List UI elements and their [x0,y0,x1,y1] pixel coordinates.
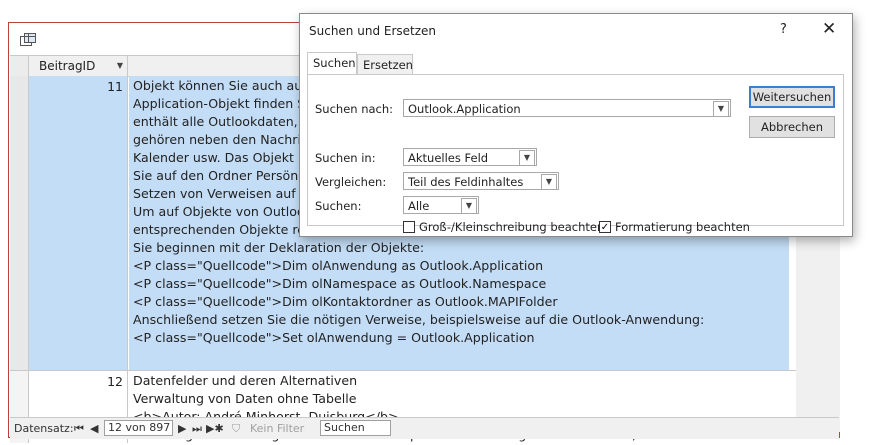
cell-text-line: <P class="Quellcode">Dim olKontaktordner… [133,294,558,309]
search-input[interactable]: Suchen [320,420,391,436]
help-button[interactable]: ? [780,22,787,37]
dialog-title: Suchen und Ersetzen [309,24,437,38]
last-record-icon[interactable]: ⏭ [192,422,202,436]
close-button[interactable]: ✕ [822,19,836,39]
match-label: Vergleichen: [315,175,387,189]
column-header-label: BeitragID [39,59,96,73]
chevron-down-icon[interactable]: ▼ [461,198,477,214]
cell-text-line: <P class="Quellcode">Dim olAnwendung as … [133,258,544,273]
match-case-checkbox[interactable] [403,221,415,233]
filter-status[interactable]: Kein Filter [250,422,304,435]
cell-id[interactable]: 11 [29,76,128,370]
chevron-down-icon[interactable]: ▼ [117,56,123,76]
cell-text-line: Datenfelder und deren Alternativen [133,373,358,388]
current-record-field[interactable]: 12 von 897 [104,420,173,436]
search-direction-select[interactable]: Alle ▼ [403,196,479,214]
cancel-button[interactable]: Abbrechen [749,116,835,138]
cell-text-line: <P class="Quellcode">Set olAnwendung = O… [133,330,535,345]
record-navigation-bar: Datensatz: ⏮ ◀ 12 von 897 ▶ ⏭ ▶✱ ⛉ Kein … [10,417,839,439]
chevron-down-icon[interactable]: ▼ [541,174,557,190]
cell-text-line: Sie beginnen mit der Deklaration der Obj… [133,240,425,255]
tab-suchen[interactable]: Suchen [307,52,357,74]
cell-text-line: Anschließend setzen Sie die nötigen Verw… [133,312,705,327]
find-replace-dialog: Suchen und Ersetzen ? ✕ Suchen Ersetzen … [299,13,853,237]
chevron-down-icon[interactable]: ▼ [713,101,729,117]
row-selector[interactable] [10,76,29,370]
search-formatting-checkbox[interactable]: ✓ [599,221,611,233]
lookin-label: Suchen in: [315,151,376,165]
first-record-icon[interactable]: ⏮ [74,422,84,436]
previous-record-icon[interactable]: ◀ [90,422,98,435]
match-value: Teil des Feldinhaltes [408,175,524,189]
column-header-beitragid[interactable]: BeitragID ▼ [29,56,128,76]
tab-ersetzen[interactable]: Ersetzen [357,54,413,74]
match-select[interactable]: Teil des Feldinhaltes ▼ [403,172,559,190]
next-record-icon[interactable]: ▶ [178,422,186,435]
datasheet-icon [20,33,36,46]
select-all-corner[interactable] [10,56,29,76]
record-label: Datensatz: [14,422,74,435]
find-next-button[interactable]: Weitersuchen [749,86,835,108]
filter-icon: ⛉ [232,422,241,435]
new-record-icon[interactable]: ▶✱ [206,422,224,435]
search-formatting-label: Formatierung beachten [615,220,750,234]
find-what-combo[interactable]: Outlook.Application ▼ [403,99,731,117]
find-what-value: Outlook.Application [408,102,521,116]
chevron-down-icon[interactable]: ▼ [519,150,535,166]
cell-text-line: <P class="Quellcode">Dim olNamespace as … [133,276,547,291]
match-case-label: Groß-/Kleinschreibung beachten [419,220,605,234]
search-direction-value: Alle [408,199,430,213]
cell-text-line: Verwaltung von Daten ohne Tabelle [133,391,357,406]
find-label: Suchen nach: [315,102,394,116]
search-direction-label: Suchen: [315,199,362,213]
lookin-value: Aktuelles Feld [408,151,489,165]
lookin-select[interactable]: Aktuelles Feld ▼ [403,148,537,166]
